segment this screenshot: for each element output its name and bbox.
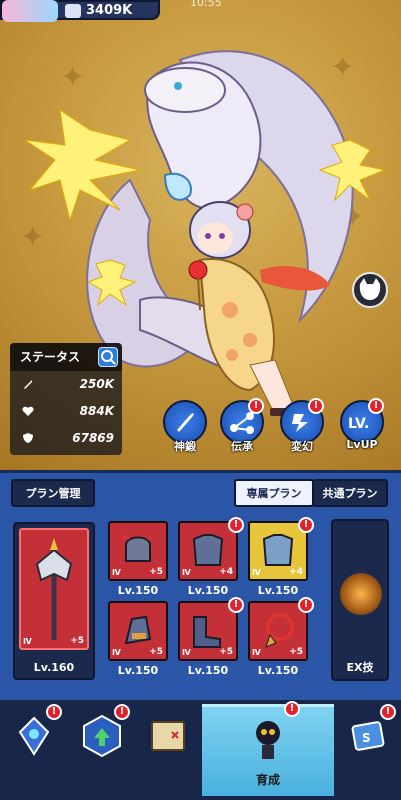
rank-label: Ⅳ: [252, 568, 261, 577]
tab-exclusive-plan[interactable]: 専属プラン: [234, 479, 314, 507]
rank-label: Ⅳ: [182, 648, 191, 657]
alert-badge: !: [114, 704, 130, 720]
alert-badge: !: [368, 398, 384, 414]
stat-row-defense: 67869: [10, 425, 122, 452]
weapon-slot[interactable]: Ⅳ +5 Lv.160: [13, 522, 95, 680]
rank-label: Ⅳ: [112, 648, 121, 657]
rank-label: Ⅳ: [182, 568, 191, 577]
status-header: ステータス: [10, 343, 122, 371]
alert-badge: !: [228, 597, 244, 613]
search-icon[interactable]: [98, 347, 118, 367]
alert-badge: !: [308, 398, 324, 414]
svg-text:S: S: [362, 731, 371, 745]
action-button-hengen[interactable]: ! 変幻: [280, 398, 324, 460]
sword-icon: [177, 413, 194, 432]
enhance-label: +5: [149, 567, 163, 577]
nav-item-crystal[interactable]: !: [2, 704, 66, 796]
gear-slot-boots[interactable]: Ⅳ +5 ! Lv.150: [178, 597, 244, 685]
nav-item-training[interactable]: ! 育成: [202, 701, 334, 796]
nav-item-upgrade[interactable]: !: [70, 704, 134, 796]
game-screen: ✦ ✦ ✦ ✦ 3409K 10:55 ステータス 250K 884K 6786…: [0, 0, 401, 800]
power-bar: 3409K: [0, 0, 160, 22]
bottom-nav: ! ! ! 育成 S !: [0, 700, 401, 800]
enhance-label: +5: [149, 647, 163, 657]
crystal-icon: [18, 716, 50, 756]
alert-badge: !: [228, 517, 244, 533]
enhance-label: +5: [219, 647, 233, 657]
map-icon: [151, 721, 185, 751]
ex-skill-orb-icon: [340, 573, 382, 615]
character-icon: [256, 721, 280, 759]
nav-label: 育成: [255, 773, 280, 787]
weapon-level: Lv.160: [33, 661, 75, 674]
cat-face-icon: [359, 278, 381, 300]
ex-skill-slot[interactable]: EX技: [331, 519, 389, 681]
alert-badge: !: [284, 701, 300, 717]
action-button-shinka[interactable]: 神鍛: [163, 400, 207, 460]
action-button-lvup[interactable]: LV. ! LvUP: [340, 398, 384, 460]
gear-level: Lv.150: [187, 584, 229, 597]
shield-icon: [23, 433, 33, 443]
gear-level: Lv.150: [187, 664, 229, 677]
gear-level: Lv.150: [117, 584, 159, 597]
gear-level: Lv.150: [117, 664, 159, 677]
gear-slot-helmet[interactable]: Ⅳ +5 Lv.150: [108, 521, 168, 605]
rank-label: Ⅳ: [252, 648, 261, 657]
gear-level: Lv.150: [257, 584, 299, 597]
power-value: 3409K: [86, 3, 133, 18]
alert-badge: !: [248, 398, 264, 414]
gear-card: Ⅳ +5: [108, 601, 168, 661]
status-title: ステータス: [20, 350, 81, 364]
sword-icon: [24, 380, 32, 389]
stat-row-hp: 884K: [10, 398, 122, 425]
gear-slot-necklace[interactable]: Ⅳ +5 ! Lv.150: [248, 597, 314, 685]
nav-item-cards[interactable]: S !: [336, 704, 400, 796]
stat-row-attack: 250K: [10, 371, 122, 398]
attack-value: 250K: [79, 377, 114, 391]
cards-icon: S: [351, 721, 385, 751]
plan-manage-button[interactable]: プラン管理: [11, 479, 95, 507]
gear-slot-armor[interactable]: Ⅳ +4 ! Lv.150: [178, 517, 244, 605]
gear-slot-armor-gold[interactable]: Ⅳ +4 ! Lv.150: [248, 517, 314, 605]
enhance-label: +4: [289, 567, 303, 577]
axe-icon: [35, 538, 73, 640]
gear-slot-gauntlet[interactable]: Ⅳ +5 Lv.150: [108, 601, 168, 685]
tab-common-plan[interactable]: 共通プラン: [312, 479, 388, 507]
power-icon: [65, 4, 81, 18]
alert-badge: !: [298, 597, 314, 613]
alert-badge: !: [380, 704, 396, 720]
gear-level: Lv.150: [257, 664, 299, 677]
enhance-label: +5: [289, 647, 303, 657]
action-label: 伝承: [231, 440, 253, 453]
upgrade-icon: [83, 714, 121, 758]
action-button-densho[interactable]: ! 伝承: [220, 398, 264, 460]
rank-label: Ⅳ: [112, 568, 121, 577]
action-label: 神鍛: [174, 440, 196, 453]
rank-label: Ⅳ: [23, 637, 32, 646]
enhance-label: +4: [219, 567, 233, 577]
action-label: 変幻: [291, 440, 313, 453]
nav-item-map[interactable]: [136, 704, 200, 796]
weapon-card: Ⅳ +5: [19, 528, 89, 650]
clock: 10:55: [190, 0, 222, 9]
game-logo: [2, 0, 58, 22]
hp-value: 884K: [79, 404, 114, 418]
ex-skill-label: EX技: [346, 661, 374, 674]
status-panel: ステータス 250K 884K 67869: [10, 343, 122, 455]
alert-badge: !: [46, 704, 62, 720]
skill-portrait-button[interactable]: [352, 272, 388, 308]
alert-badge: !: [298, 517, 314, 533]
gear-card: Ⅳ +5: [108, 521, 168, 581]
heart-icon: [22, 406, 34, 416]
enhance-label: +5: [70, 636, 84, 646]
svg-text:LV.: LV.: [348, 416, 369, 432]
action-label: LvUP: [346, 438, 378, 451]
defense-value: 67869: [72, 431, 114, 445]
